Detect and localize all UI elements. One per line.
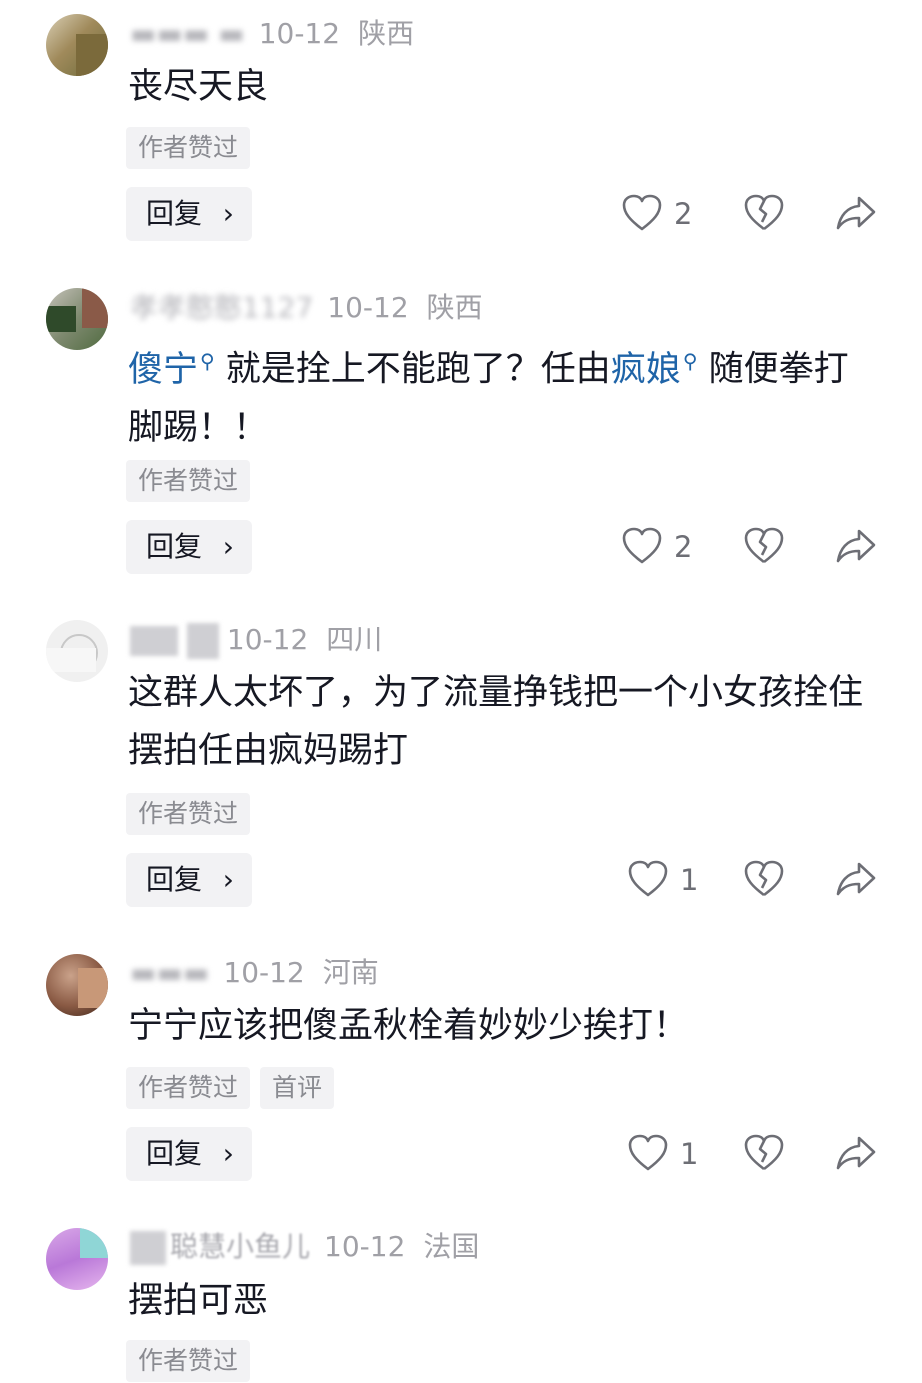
avatar[interactable]	[46, 288, 108, 350]
chevron-right-icon: ›	[222, 1137, 234, 1170]
avatar[interactable]	[46, 1228, 108, 1290]
comment-meta: ▬▬▬ 10-12 河南	[130, 955, 379, 991]
like-button[interactable]: 2	[622, 194, 702, 234]
reply-button[interactable]: 回复 ›	[126, 187, 252, 241]
comment-actions: 1	[600, 1126, 900, 1182]
reply-button[interactable]: 回复 ›	[126, 1127, 252, 1181]
comment-meta: ▬▬▬ ▬ 10-12 陕西	[130, 16, 414, 52]
comment-date: 10-12	[324, 1230, 406, 1263]
comment-tags: 作者赞过 首评	[126, 1067, 344, 1109]
username-redacted[interactable]	[130, 626, 178, 656]
author-liked-tag: 作者赞过	[126, 127, 251, 169]
username-redacted[interactable]: 聪慧小鱼儿	[170, 1229, 310, 1265]
like-count: 2	[674, 530, 693, 564]
reply-label: 回复	[146, 197, 203, 230]
comment-location: 河南	[322, 956, 379, 989]
comment-tags: 作者赞过	[126, 127, 260, 169]
broken-heart-icon	[744, 527, 784, 564]
dislike-button[interactable]	[744, 194, 784, 234]
comment-text: 这群人太坏了，为了流量挣钱把一个小女孩拴住摆拍任由疯妈踢打	[128, 673, 864, 771]
username-redacted[interactable]: ▬▬▬ ▬	[130, 16, 245, 52]
comment-text: 宁宁应该把傻孟秋栓着妙妙少挨打！	[128, 1006, 689, 1046]
avatar[interactable]	[46, 954, 108, 1016]
share-icon	[836, 862, 876, 896]
watermark-overlay	[732, 1340, 900, 1360]
username-redacted[interactable]: ▬▬▬	[130, 955, 209, 991]
heart-icon	[622, 194, 662, 231]
comment-meta: 孝孝憨憨1127 10-12 陕西	[130, 290, 483, 326]
heart-icon	[628, 860, 668, 897]
share-button[interactable]	[835, 194, 877, 234]
author-liked-tag: 作者赞过	[126, 1067, 251, 1109]
username-redacted[interactable]: 孝孝憨憨1127	[130, 290, 313, 326]
comment-location: 法国	[423, 1230, 480, 1263]
like-count: 1	[680, 1137, 699, 1171]
like-button[interactable]: 2	[622, 527, 702, 567]
search-icon: ⚲	[200, 349, 215, 373]
like-button[interactable]: 1	[628, 860, 708, 900]
share-button[interactable]	[835, 860, 877, 900]
reply-button[interactable]: 回复 ›	[126, 520, 252, 574]
dislike-button[interactable]	[744, 860, 784, 900]
mention-link[interactable]: 疯娘 ⚲	[611, 349, 698, 390]
comment-meta: 聪慧小鱼儿 10-12 法国	[130, 1229, 479, 1265]
comment-meta: 10-12 四川	[130, 622, 383, 659]
comment-actions: 2	[600, 186, 900, 242]
comment-tags: 作者赞过	[126, 1340, 260, 1382]
chevron-right-icon: ›	[222, 530, 234, 563]
comment-actions: 2	[600, 519, 900, 575]
broken-heart-icon	[744, 860, 784, 897]
share-icon	[836, 529, 876, 563]
reply-label: 回复	[146, 1137, 203, 1170]
like-button[interactable]: 1	[628, 1134, 708, 1174]
chevron-right-icon: ›	[222, 197, 234, 230]
like-count: 1	[680, 863, 699, 897]
author-liked-tag: 作者赞过	[126, 793, 251, 835]
comment-date: 10-12	[327, 291, 409, 324]
mention-link[interactable]: 傻宁 ⚲	[128, 349, 215, 390]
comment-tags: 作者赞过	[126, 460, 260, 502]
share-button[interactable]	[835, 1134, 877, 1174]
chevron-right-icon: ›	[222, 863, 234, 896]
avatar[interactable]	[46, 14, 108, 76]
comment-date: 10-12	[226, 623, 309, 656]
reply-label: 回复	[146, 863, 203, 896]
author-liked-tag: 作者赞过	[126, 460, 251, 502]
reply-button[interactable]: 回复 ›	[126, 853, 252, 907]
comment-date: 10-12	[223, 956, 305, 989]
comment-location: 陕西	[426, 291, 483, 324]
search-icon: ⚲	[682, 349, 698, 373]
heart-icon	[628, 1134, 668, 1171]
first-comment-tag: 首评	[260, 1067, 335, 1109]
broken-heart-icon	[744, 1134, 784, 1171]
comment-text: 丧尽天良	[128, 67, 269, 107]
dislike-button[interactable]	[744, 527, 784, 567]
comment-tags: 作者赞过	[126, 793, 260, 835]
author-liked-tag: 作者赞过	[126, 1340, 251, 1382]
reply-label: 回复	[146, 530, 203, 563]
share-icon	[836, 1136, 876, 1170]
share-icon	[836, 196, 876, 230]
heart-icon	[622, 527, 662, 564]
like-count: 2	[674, 197, 693, 231]
dislike-button[interactable]	[744, 1134, 784, 1174]
avatar[interactable]	[46, 620, 108, 682]
broken-heart-icon	[744, 194, 784, 231]
share-button[interactable]	[835, 527, 877, 567]
comment-date: 10-12	[258, 17, 341, 50]
comment-actions: 1	[600, 852, 900, 908]
comment-location: 四川	[326, 623, 383, 656]
comment-text: 摆拍可恶	[128, 1281, 269, 1321]
comment-text: 傻宁 ⚲ 就是拴上不能跑了？任由疯娘 ⚲ 随便拳打脚踢！！	[128, 349, 849, 448]
comment-location: 陕西	[358, 17, 415, 50]
